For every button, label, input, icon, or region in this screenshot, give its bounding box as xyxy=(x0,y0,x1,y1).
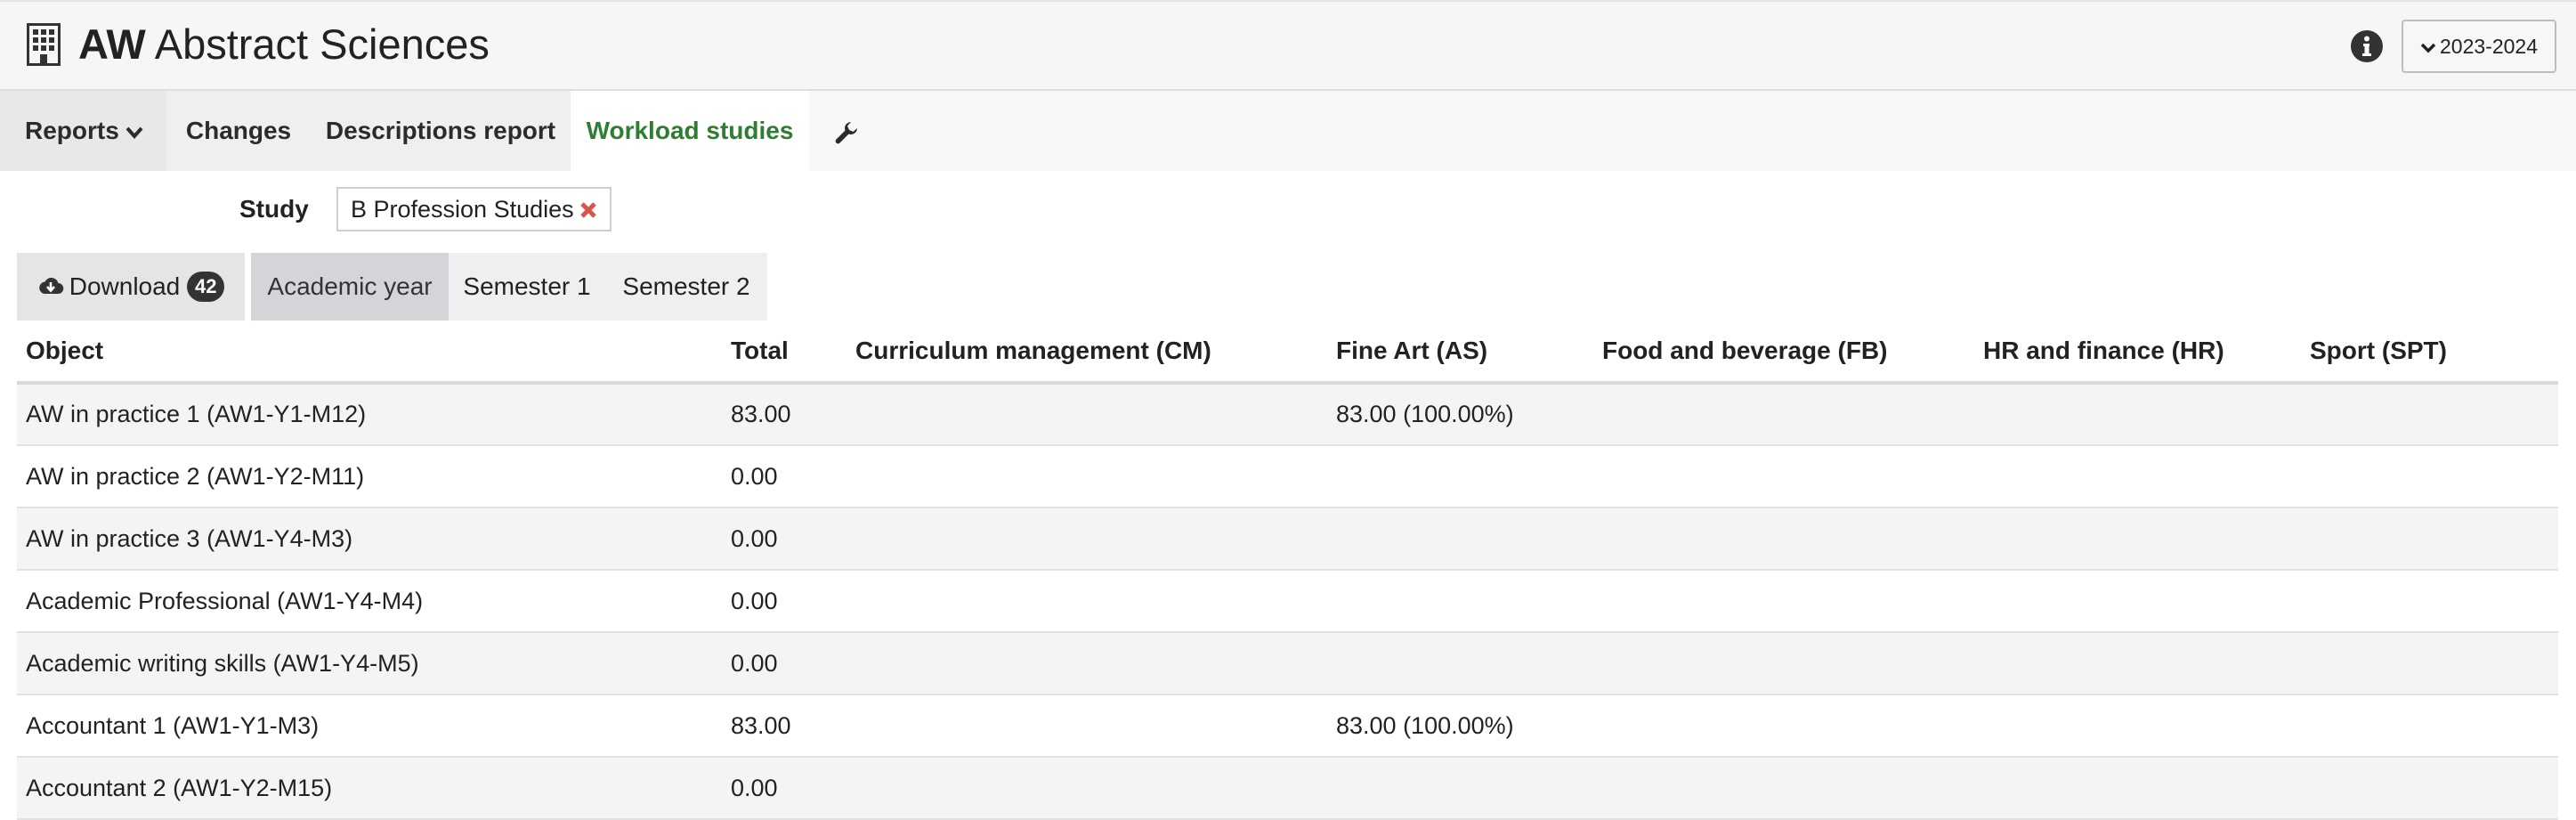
cell-fb xyxy=(1593,507,1974,571)
table-row: Academic Professional (AW1-Y4-M4) 0.00 xyxy=(17,570,2558,633)
cell-fb xyxy=(1593,383,1974,446)
column-header-total: Total xyxy=(722,321,847,385)
cell-as: 83.00 (100.00%) xyxy=(1327,383,1593,446)
app-title: AW Abstract Sciences xyxy=(78,16,490,73)
cell-cm xyxy=(847,757,1327,820)
remove-icon[interactable] xyxy=(579,201,597,219)
tab-semester-1[interactable]: Semester 1 xyxy=(449,253,605,321)
cell-as xyxy=(1327,507,1593,571)
cell-total: 0.00 xyxy=(722,632,847,695)
cell-hr xyxy=(1974,757,2301,820)
cell-spt xyxy=(2301,694,2558,758)
table-row: Accountant 2 (AW1-Y2-M15) 0.00 xyxy=(17,757,2558,820)
nav-workload-studies[interactable]: Workload studies xyxy=(571,91,809,171)
cell-hr xyxy=(1974,445,2301,508)
cell-total: 0.00 xyxy=(722,757,847,820)
chevron-down-icon xyxy=(126,126,143,139)
nav-reports-label: Reports xyxy=(25,117,119,144)
cell-object: Academic Professional (AW1-Y4-M4) xyxy=(17,570,722,633)
cell-hr xyxy=(1974,694,2301,758)
year-selector-button[interactable]: 2023-2024 xyxy=(2402,20,2556,73)
table-row: AW in practice 3 (AW1-Y4-M3) 0.00 xyxy=(17,507,2558,571)
cell-total: 0.00 xyxy=(722,507,847,571)
cell-hr xyxy=(1974,507,2301,571)
table-row: Academic writing skills (AW1-Y4-M5) 0.00 xyxy=(17,632,2558,695)
app-name: Abstract Sciences xyxy=(154,20,490,68)
download-count-badge: 42 xyxy=(187,272,225,302)
study-filter-value: B Profession Studies xyxy=(351,196,574,223)
info-icon[interactable] xyxy=(2350,29,2384,63)
cell-cm xyxy=(847,383,1327,446)
column-header-food-and-beverage: Food and beverage (FB) xyxy=(1593,321,1974,385)
workload-table: Object Total Curriculum management (CM) … xyxy=(17,321,2558,820)
cloud-download-icon xyxy=(38,277,63,295)
study-filter-chip[interactable]: B Profession Studies xyxy=(336,187,612,231)
cell-as xyxy=(1327,445,1593,508)
cell-cm xyxy=(847,570,1327,633)
tab-academic-year[interactable]: Academic year xyxy=(251,253,449,321)
cell-spt xyxy=(2301,383,2558,446)
cell-spt xyxy=(2301,445,2558,508)
cell-hr xyxy=(1974,632,2301,695)
wrench-icon xyxy=(835,121,857,143)
cell-cm xyxy=(847,632,1327,695)
app-abbr: AW xyxy=(78,20,146,68)
building-icon xyxy=(27,23,61,66)
cell-as: 83.00 (100.00%) xyxy=(1327,694,1593,758)
cell-cm xyxy=(847,694,1327,758)
column-header-curriculum-management: Curriculum management (CM) xyxy=(847,321,1327,385)
tab-semester-2[interactable]: Semester 2 xyxy=(605,253,767,321)
cell-total: 83.00 xyxy=(722,694,847,758)
cell-object: AW in practice 1 (AW1-Y1-M12) xyxy=(17,383,722,446)
column-header-fine-art: Fine Art (AS) xyxy=(1327,321,1593,385)
cell-fb xyxy=(1593,694,1974,758)
cell-fb xyxy=(1593,757,1974,820)
nav-changes[interactable]: Changes xyxy=(166,91,311,171)
cell-total: 0.00 xyxy=(722,570,847,633)
cell-total: 0.00 xyxy=(722,445,847,508)
table-header-row: Object Total Curriculum management (CM) … xyxy=(17,321,2558,385)
cell-as xyxy=(1327,632,1593,695)
cell-fb xyxy=(1593,632,1974,695)
chevron-down-icon xyxy=(2420,43,2436,53)
app-header: AW Abstract Sciences 2023-2024 xyxy=(0,0,2576,91)
main-nav: Reports Changes Descriptions report Work… xyxy=(0,91,2576,171)
cell-as xyxy=(1327,757,1593,820)
table-row: AW in practice 1 (AW1-Y1-M12) 83.00 83.0… xyxy=(17,383,2558,446)
nav-settings[interactable] xyxy=(809,91,884,171)
cell-object: Accountant 2 (AW1-Y2-M15) xyxy=(17,757,722,820)
cell-spt xyxy=(2301,757,2558,820)
table-row: Accountant 1 (AW1-Y1-M3) 83.00 83.00 (10… xyxy=(17,694,2558,758)
cell-object: AW in practice 2 (AW1-Y2-M11) xyxy=(17,445,722,508)
study-filter-label: Study xyxy=(239,195,309,223)
cell-object: Academic writing skills (AW1-Y4-M5) xyxy=(17,632,722,695)
cell-cm xyxy=(847,507,1327,571)
cell-spt xyxy=(2301,507,2558,571)
cell-as xyxy=(1327,570,1593,633)
cell-spt xyxy=(2301,632,2558,695)
nav-reports-dropdown[interactable]: Reports xyxy=(0,91,166,171)
year-selector-label: 2023-2024 xyxy=(2440,35,2538,58)
download-label: Download xyxy=(69,272,181,300)
cell-spt xyxy=(2301,570,2558,633)
cell-hr xyxy=(1974,570,2301,633)
column-header-hr-and-finance: HR and finance (HR) xyxy=(1974,321,2301,385)
nav-descriptions-report[interactable]: Descriptions report xyxy=(311,91,571,171)
column-header-sport: Sport (SPT) xyxy=(2301,321,2558,385)
download-button[interactable]: Download 42 xyxy=(17,253,245,321)
cell-fb xyxy=(1593,445,1974,508)
cell-cm xyxy=(847,445,1327,508)
cell-object: AW in practice 3 (AW1-Y4-M3) xyxy=(17,507,722,571)
table-row: AW in practice 2 (AW1-Y2-M11) 0.00 xyxy=(17,445,2558,508)
cell-total: 83.00 xyxy=(722,383,847,446)
cell-fb xyxy=(1593,570,1974,633)
cell-hr xyxy=(1974,383,2301,446)
column-header-object: Object xyxy=(17,321,722,385)
cell-object: Accountant 1 (AW1-Y1-M3) xyxy=(17,694,722,758)
